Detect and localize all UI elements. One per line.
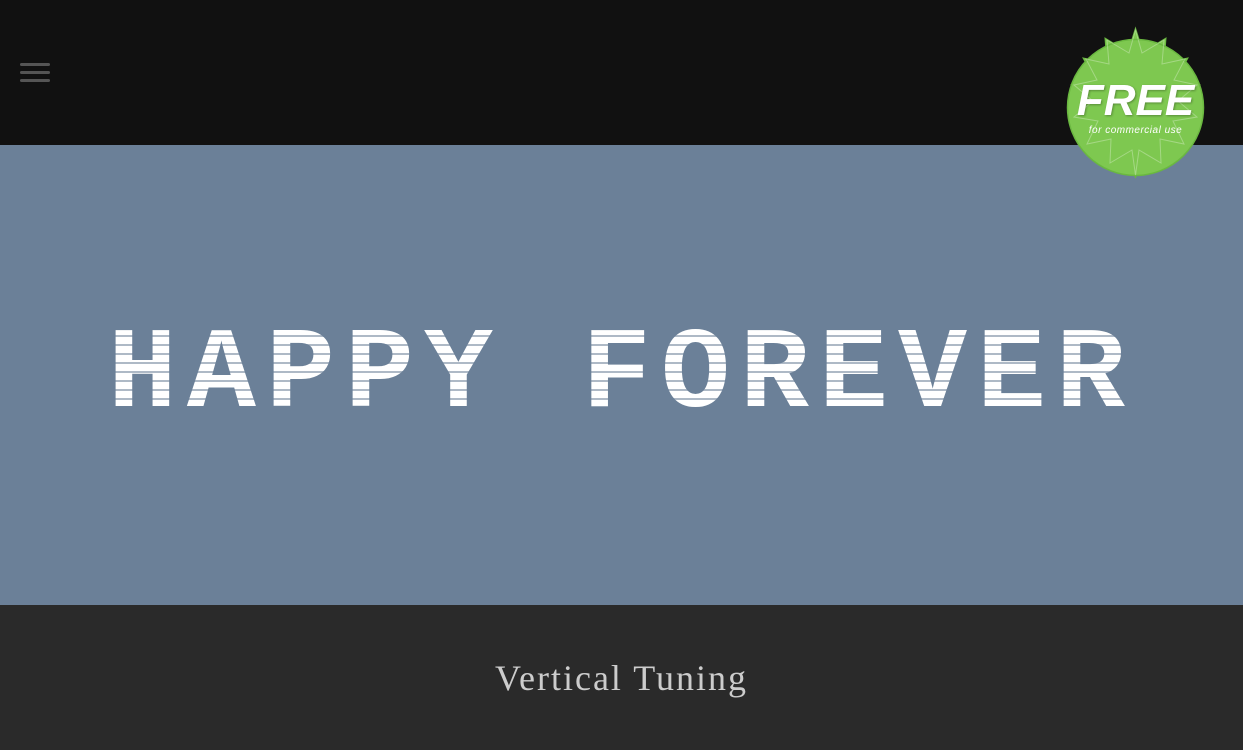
main-preview-area: HAPPY FOREVER (0, 145, 1243, 605)
badge-shape: FREE for commercial use (1048, 20, 1223, 195)
bottom-bar: Vertical Tuning (0, 605, 1243, 750)
badge-commercial-label: for commercial use (1089, 125, 1182, 137)
menu-icons[interactable] (20, 63, 50, 82)
menu-icon-line (20, 63, 50, 66)
menu-icon-line (20, 71, 50, 74)
top-bar: FREE for commercial use (0, 0, 1243, 145)
badge-content: FREE for commercial use (1077, 79, 1194, 137)
menu-icon-line (20, 79, 50, 82)
free-badge: FREE for commercial use (1048, 20, 1223, 195)
font-name-label: Vertical Tuning (495, 657, 748, 699)
badge-free-label: FREE (1077, 79, 1194, 123)
font-preview-text: HAPPY FOREVER (108, 310, 1135, 441)
preview-wrapper: HAPPY FOREVER (0, 145, 1243, 605)
